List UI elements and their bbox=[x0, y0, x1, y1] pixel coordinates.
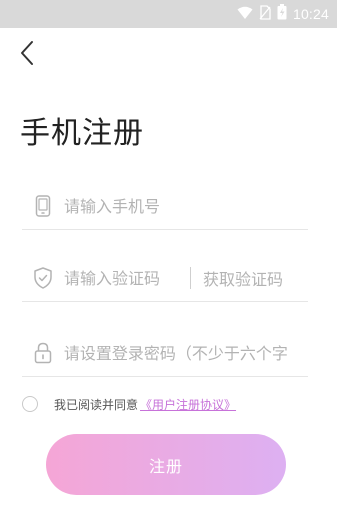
phone-field bbox=[22, 183, 308, 230]
agreement-row: 我已阅读并同意 《用户注册协议》 bbox=[22, 394, 236, 414]
page-title: 手机注册 bbox=[20, 116, 144, 151]
agreement-text: 我已阅读并同意 bbox=[54, 397, 139, 412]
password-input[interactable] bbox=[63, 343, 308, 363]
phone-icon bbox=[32, 195, 54, 217]
user-agreement-link[interactable]: 《用户注册协议》 bbox=[140, 396, 236, 413]
chevron-left-icon bbox=[20, 40, 34, 70]
status-time: 10:24 bbox=[292, 6, 329, 22]
wifi-icon bbox=[237, 5, 253, 24]
back-button[interactable] bbox=[14, 38, 40, 72]
password-field bbox=[22, 330, 308, 377]
phone-input[interactable] bbox=[64, 196, 264, 216]
verification-code-field: 获取验证码 bbox=[22, 255, 308, 302]
lock-icon bbox=[32, 342, 54, 364]
no-sim-icon bbox=[259, 4, 271, 24]
verification-code-input[interactable] bbox=[64, 268, 182, 288]
battery-icon bbox=[277, 4, 287, 24]
code-divider bbox=[190, 267, 191, 289]
register-button[interactable]: 注册 bbox=[46, 434, 286, 495]
status-icons: 10:24 bbox=[237, 4, 329, 24]
status-bar: 10:24 bbox=[0, 0, 337, 28]
agreement-checkbox[interactable] bbox=[22, 396, 38, 412]
get-code-button[interactable]: 获取验证码 bbox=[203, 266, 283, 290]
shield-check-icon bbox=[32, 267, 54, 289]
